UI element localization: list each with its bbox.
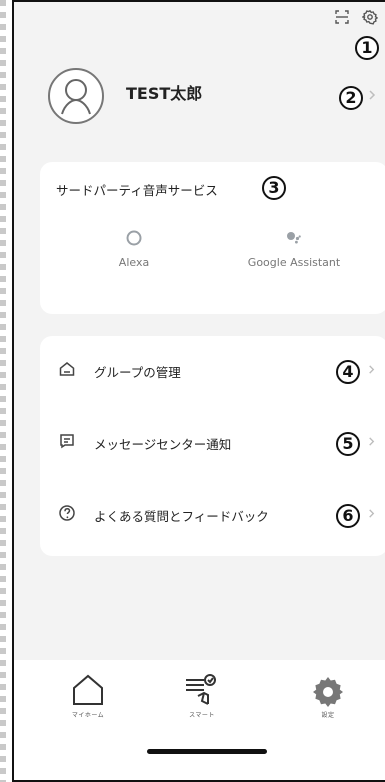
chevron-right-icon [369,437,375,446]
menu-item-faq-feedback[interactable]: よくある質問とフィードバック 6 [40,480,385,550]
third-party-services-card: サードパーティ音声サービス 3 Alexa Google Assistant [40,162,385,314]
callout-badge-4: 4 [336,360,360,384]
top-bar-icons [333,8,379,26]
menu-item-label: メッセージセンター通知 [94,437,232,452]
profile-row[interactable]: TEST太郎 2 [36,62,385,132]
google-assistant-icon [287,232,301,244]
tab-settings[interactable]: 設定 [280,672,376,719]
menu-item-label: グループの管理 [94,365,181,380]
help-icon [59,505,75,521]
message-icon [60,434,74,449]
tab-smart[interactable]: スマート [154,672,250,719]
chevron-right-icon [369,365,375,374]
menu-item-label: よくある質問とフィードバック [94,509,269,524]
home-outline-icon [59,362,75,376]
home-tab-icon [73,674,103,705]
tab-label: マイホーム [71,712,105,719]
callout-badge-6: 6 [336,504,360,528]
settings-icon[interactable] [361,8,379,26]
tab-label: スマート [189,712,215,719]
avatar[interactable] [48,68,104,124]
service-alexa-label: Alexa [118,256,150,269]
home-indicator [147,749,267,754]
bottom-tab-bar: マイホーム スマート 設定 [14,660,385,780]
menu-item-group-management[interactable]: グループの管理 4 [40,336,385,406]
profile-name[interactable]: TEST太郎 [126,80,202,104]
callout-badge-3: 3 [262,176,286,200]
service-alexa[interactable]: Alexa [54,228,214,269]
service-google-assistant-label: Google Assistant [247,256,341,269]
phone-screen: 1 TEST太郎 2 サードパーティ音声サービス 3 Alexa Google … [12,0,385,782]
service-google-assistant[interactable]: Google Assistant [214,228,374,269]
tab-label: 設定 [321,712,335,719]
alexa-icon [126,230,142,246]
menu-card: グループの管理 4 メッセージセンター通知 5 よくある質問とフィードバック 6 [40,336,385,556]
menu-item-message-center[interactable]: メッセージセンター通知 5 [40,408,385,478]
left-crop-edge [0,0,6,782]
callout-badge-1: 1 [355,36,379,60]
chevron-right-icon[interactable] [367,90,377,100]
chevron-right-icon [369,509,375,518]
settings-tab-icon [313,677,343,707]
callout-badge-5: 5 [336,432,360,456]
tab-my-home[interactable]: マイホーム [40,672,136,719]
third-party-services-title: サードパーティ音声サービス [56,183,218,198]
callout-badge-2: 2 [339,86,363,110]
scan-icon[interactable] [333,8,351,26]
smart-tab-icon [186,674,216,705]
